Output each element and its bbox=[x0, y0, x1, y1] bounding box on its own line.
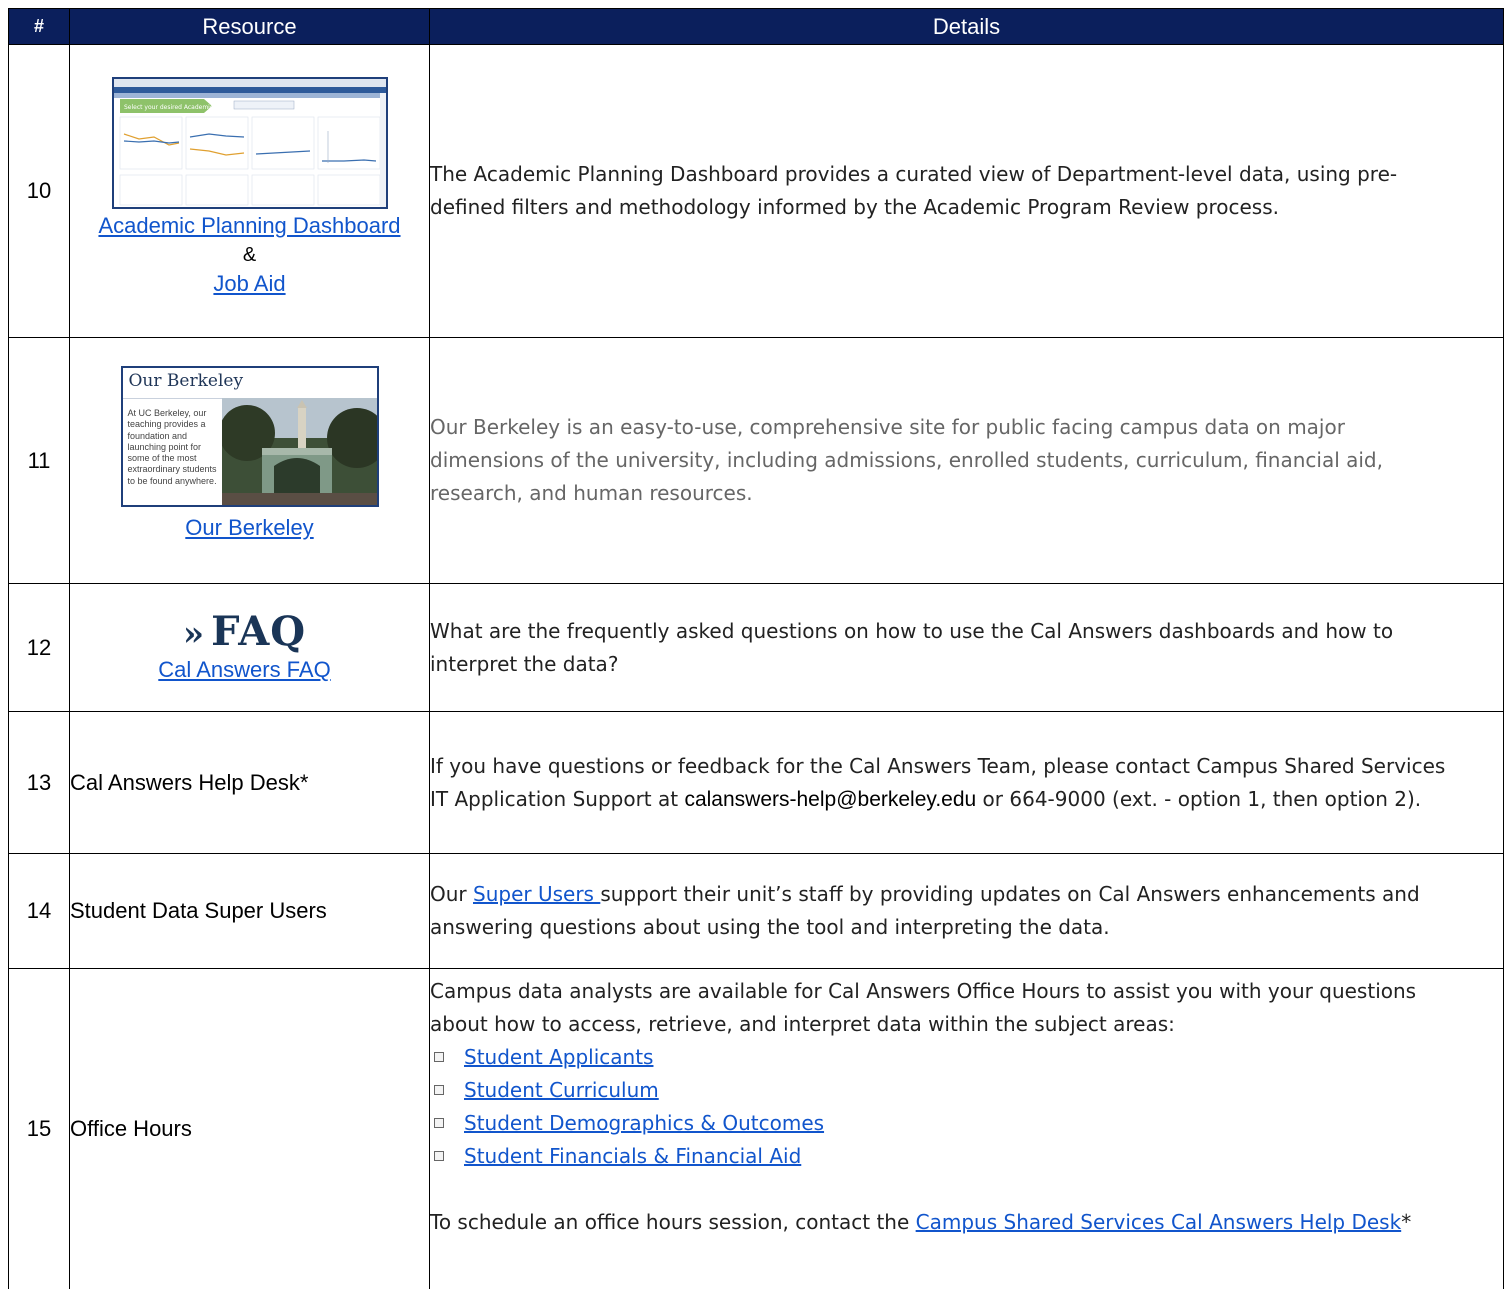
student-financials-link[interactable]: Student Financials & Financial Aid bbox=[464, 1144, 801, 1168]
details-text: or 664-9000 (ext. - option 1, then optio… bbox=[976, 786, 1422, 811]
details-cell: Our Berkeley is an easy-to-use, comprehe… bbox=[429, 337, 1504, 584]
details-cell: If you have questions or feedback for th… bbox=[429, 711, 1504, 854]
faq-logo[interactable]: » FAQ bbox=[70, 608, 419, 655]
table-row: 11 Our Berkeley At UC Berkeley, our teac… bbox=[8, 337, 1504, 584]
double-chevron-icon: » bbox=[182, 614, 206, 654]
thumb-banner-text: Select your desired Academic Unit bbox=[124, 104, 228, 111]
asterisk: * bbox=[1401, 1210, 1412, 1234]
thumb-caption: At UC Berkeley, our teaching provides a … bbox=[127, 408, 217, 486]
details-cell: The Academic Planning Dashboard provides… bbox=[429, 44, 1504, 338]
bullet-square-icon bbox=[434, 1151, 444, 1161]
details-text: To schedule an office hours session, con… bbox=[430, 1210, 916, 1234]
table-row: 14 Student Data Super Users Our Super Us… bbox=[8, 853, 1504, 969]
row-number: 11 bbox=[8, 337, 70, 584]
resource-name: Office Hours bbox=[69, 968, 430, 1289]
student-curriculum-link[interactable]: Student Curriculum bbox=[464, 1078, 659, 1102]
resource-cell: Our Berkeley At UC Berkeley, our teachin… bbox=[69, 337, 430, 584]
row-number: 10 bbox=[8, 44, 70, 338]
list-item: Student Applicants bbox=[430, 1041, 1453, 1074]
help-desk-link[interactable]: Campus Shared Services Cal Answers Help … bbox=[916, 1210, 1402, 1234]
resource-name: Cal Answers Help Desk* bbox=[69, 711, 430, 854]
header-num: # bbox=[8, 8, 70, 45]
student-demographics-link[interactable]: Student Demographics & Outcomes bbox=[464, 1111, 824, 1135]
table-header: # Resource Details bbox=[8, 8, 1504, 45]
help-email[interactable]: calanswers-help@berkeley.edu bbox=[684, 788, 976, 811]
row-number: 13 bbox=[8, 711, 70, 854]
bullet-square-icon bbox=[434, 1085, 444, 1095]
table-row: 15 Office Hours Campus data analysts are… bbox=[8, 968, 1504, 1289]
academic-planning-dashboard-link[interactable]: Academic Planning Dashboard bbox=[98, 213, 400, 239]
super-users-link[interactable]: Super Users bbox=[473, 882, 600, 906]
list-item: Student Demographics & Outcomes bbox=[430, 1107, 1453, 1140]
bullet-square-icon bbox=[434, 1118, 444, 1128]
faq-logo-text: FAQ bbox=[211, 608, 307, 655]
table-row: 10 Select your desired Academic Unit Aca… bbox=[8, 44, 1504, 338]
schedule-text: To schedule an office hours session, con… bbox=[430, 1206, 1453, 1239]
details-cell: Our Super Users support their unit’s sta… bbox=[429, 853, 1504, 969]
resource-cell: » FAQ Cal Answers FAQ bbox=[69, 583, 430, 712]
header-resource: Resource bbox=[69, 8, 430, 45]
list-item: Student Curriculum bbox=[430, 1074, 1453, 1107]
details-cell: Campus data analysts are available for C… bbox=[429, 968, 1504, 1289]
cal-answers-faq-link[interactable]: Cal Answers FAQ bbox=[158, 657, 330, 683]
dashboard-thumbnail[interactable]: Select your desired Academic Unit bbox=[111, 77, 388, 209]
header-details: Details bbox=[429, 8, 1504, 45]
our-berkeley-thumbnail[interactable]: Our Berkeley At UC Berkeley, our teachin… bbox=[120, 366, 379, 507]
details-cell: What are the frequently asked questions … bbox=[429, 583, 1504, 712]
bullet-square-icon bbox=[434, 1052, 444, 1062]
table-row: 13 Cal Answers Help Desk* If you have qu… bbox=[8, 711, 1504, 854]
office-hours-intro: Campus data analysts are available for C… bbox=[430, 979, 1417, 1036]
our-berkeley-link[interactable]: Our Berkeley bbox=[185, 515, 313, 541]
row-number: 12 bbox=[8, 583, 70, 712]
row-number: 15 bbox=[8, 968, 70, 1289]
row-number: 14 bbox=[8, 853, 70, 969]
table-row: 12 » FAQ Cal Answers FAQ What are the fre… bbox=[8, 583, 1504, 712]
thumb-title: Our Berkeley bbox=[122, 368, 377, 399]
ampersand: & bbox=[242, 244, 257, 266]
details-text: Our bbox=[430, 882, 473, 906]
resource-name: Student Data Super Users bbox=[69, 853, 430, 969]
job-aid-link[interactable]: Job Aid bbox=[213, 271, 285, 297]
campanile-photo bbox=[221, 398, 377, 505]
resource-cell: Select your desired Academic Unit Academ… bbox=[69, 44, 430, 338]
list-item: Student Financials & Financial Aid bbox=[430, 1140, 1453, 1173]
dashboard-thumbnail-image: Select your desired Academic Unit bbox=[113, 79, 386, 207]
subject-area-list: Student Applicants Student Curriculum St… bbox=[430, 1041, 1453, 1173]
student-applicants-link[interactable]: Student Applicants bbox=[464, 1045, 653, 1069]
resource-table: # Resource Details 10 Select your desire… bbox=[8, 8, 1504, 1289]
